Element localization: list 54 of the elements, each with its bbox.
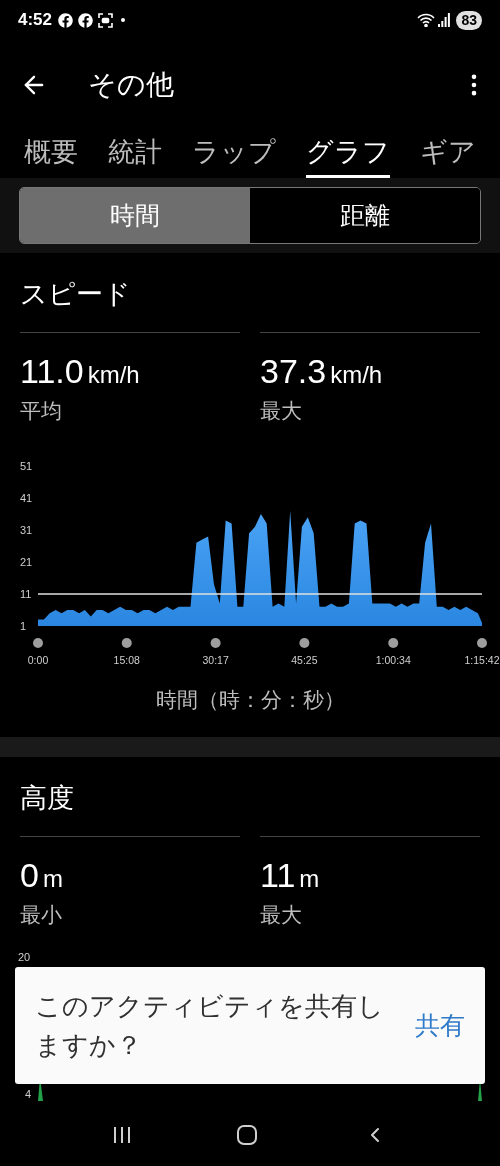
y-tick-label: 4	[25, 1087, 32, 1101]
stat-unit: m	[299, 864, 320, 894]
stat-value: 11	[260, 855, 296, 895]
dot-icon	[121, 18, 126, 22]
segment-button[interactable]: 時間	[20, 188, 250, 243]
status-time: 4:52	[18, 9, 53, 32]
stat-unit: km/h	[330, 360, 383, 390]
stat-label: 最大	[260, 902, 303, 928]
y-tick-label: 51	[20, 459, 33, 472]
wifi-icon	[417, 13, 436, 27]
x-tick-dot	[210, 637, 221, 648]
stat-unit: m	[42, 864, 63, 894]
x-tick-label: 0:00	[27, 653, 49, 666]
stat-label: 最小	[20, 902, 63, 928]
tab[interactable]: ラップ	[192, 130, 276, 178]
stat-value: 37.3	[260, 351, 327, 391]
x-tick-label: 30:17	[202, 653, 229, 666]
stat-label: 平均	[20, 398, 63, 424]
x-tick-label: 1:15:42	[464, 653, 500, 666]
y-tick-label: 20	[18, 949, 31, 965]
stat-value: 0	[20, 855, 39, 895]
tab[interactable]: 概要	[24, 130, 78, 178]
segment-button[interactable]: 距離	[250, 188, 480, 243]
stat-value: 11.0	[20, 351, 84, 391]
y-tick-label: 1	[20, 619, 27, 632]
facebook-icon	[78, 12, 94, 28]
y-tick-label: 21	[20, 555, 33, 568]
x-tick-dot	[477, 637, 487, 648]
tab[interactable]: ギア	[420, 130, 476, 178]
battery-level: 83	[456, 10, 482, 30]
x-tick-dot	[388, 637, 399, 648]
x-tick-label: 45:25	[291, 653, 318, 666]
snackbar-message: このアクティビティを共有しますか？	[35, 989, 385, 1062]
tab[interactable]: 統計	[108, 130, 162, 178]
screen-title: その他	[88, 68, 175, 102]
y-tick-label: 31	[20, 523, 33, 536]
x-tick-dot	[121, 637, 132, 648]
x-tick-label: 15:08	[113, 653, 140, 666]
facebook-icon	[58, 12, 74, 28]
share-button[interactable]: 共有	[415, 1006, 465, 1045]
x-tick-dot	[299, 637, 310, 648]
section-title: スピード	[19, 278, 132, 311]
x-tick-label: 1:00:34	[375, 653, 411, 666]
signal-icon	[438, 13, 451, 27]
x-tick-dot	[33, 637, 43, 648]
home-icon[interactable]	[237, 1125, 257, 1145]
stat-unit: km/h	[87, 360, 140, 390]
recent-apps-icon[interactable]	[113, 1126, 131, 1144]
screenshot-icon	[98, 12, 114, 28]
y-tick-label: 41	[20, 491, 33, 504]
axis-title: 時間（時：分：秒）	[154, 686, 346, 713]
section-title: 高度	[19, 782, 75, 815]
stat-label: 最大	[260, 398, 303, 424]
y-tick-label: 11	[20, 587, 32, 600]
